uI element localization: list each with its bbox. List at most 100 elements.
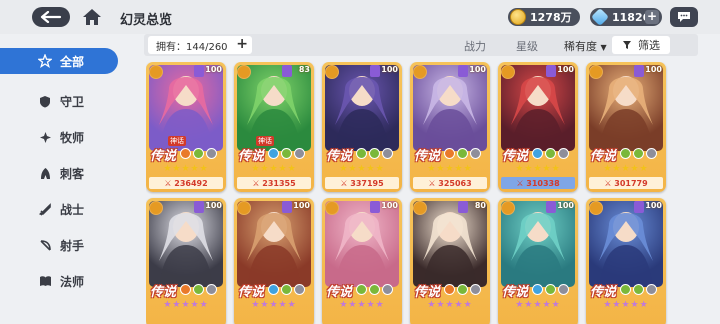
sort-rarity-dropdown[interactable]: 稀有度 ▼ — [564, 38, 607, 54]
page-title: 幻灵总览 — [120, 13, 173, 28]
star-rating: ★★★★★ — [251, 164, 297, 174]
skill-icon — [382, 148, 393, 159]
chat-button[interactable] — [670, 7, 698, 27]
class-badge-icon — [325, 201, 339, 215]
assassin-icon — [38, 166, 52, 180]
skill-icons — [356, 148, 393, 159]
sidebar-item-label: 刺客 — [60, 166, 85, 181]
sidebar-item-mage[interactable]: 法师 — [0, 268, 118, 294]
hero-level: 83 — [298, 65, 310, 74]
class-badge-icon — [149, 201, 163, 215]
book-icon — [38, 274, 52, 288]
skill-icon — [180, 284, 191, 295]
skill-icon — [532, 284, 543, 295]
back-button[interactable] — [32, 7, 70, 27]
sidebar-item-all[interactable]: 全部 — [0, 48, 118, 74]
hero-level: 100 — [557, 65, 574, 74]
skill-icon — [356, 148, 367, 159]
hero-card[interactable]: 100 传说 ★★★★★ ⚔ 337195 — [322, 62, 402, 192]
filter-button[interactable]: 筛选 — [612, 36, 670, 54]
hero-card[interactable]: 100 传说 ★★★★★ ⚔ 325063 — [410, 62, 490, 192]
hero-card[interactable]: 100 神话 传说 ★★★★★ ⚔ 236492 — [146, 62, 226, 192]
hero-power: ⚔ 236492 — [149, 177, 223, 189]
star-rating: ★★★★★ — [251, 300, 297, 310]
class-badge-icon — [237, 201, 251, 215]
hero-level: 100 — [293, 201, 310, 210]
skill-icon — [294, 148, 305, 159]
hero-card[interactable]: 100 传说 ★★★★★ — [146, 198, 226, 324]
hero-card[interactable]: 80 传说 ★★★★★ — [410, 198, 490, 324]
rarity-label: 传说 — [238, 149, 265, 164]
home-button[interactable] — [80, 5, 104, 29]
hero-card[interactable]: 83 神话 传说 ★★★★★ ⚔ 231355 — [234, 62, 314, 192]
star-rating: ★★★★★ — [427, 164, 473, 174]
skill-icon — [457, 148, 468, 159]
hero-level: 100 — [381, 65, 398, 74]
skill-icons — [620, 148, 657, 159]
hero-power: ⚔ 231355 — [237, 177, 311, 189]
sort-star-tab[interactable]: 星级 — [516, 38, 538, 54]
hero-portrait — [501, 65, 575, 151]
skill-icon — [369, 148, 380, 159]
skill-icons — [444, 284, 481, 295]
skill-icon — [294, 284, 305, 295]
skill-icon — [558, 284, 569, 295]
skill-icon — [382, 284, 393, 295]
element-badge-icon — [634, 65, 644, 77]
star-rating: ★★★★★ — [515, 164, 561, 174]
top-bar: 幻灵总览 1278万 11826 + — [0, 0, 720, 34]
rarity-label: 传说 — [502, 149, 529, 164]
skill-icon — [281, 148, 292, 159]
hero-level: 100 — [557, 201, 574, 210]
hero-card[interactable]: 100 传说 ★★★★★ ⚔ 310338 — [498, 62, 578, 192]
class-badge-icon — [413, 201, 427, 215]
skill-icon — [444, 284, 455, 295]
element-badge-icon — [546, 201, 556, 213]
sidebar-item-warrior[interactable]: 战士 — [0, 196, 118, 222]
hero-portrait — [325, 65, 399, 151]
hero-card[interactable]: 100 传说 ★★★★★ ⚔ 301779 — [586, 62, 666, 192]
sidebar-item-archer[interactable]: 射手 — [0, 232, 118, 258]
sidebar-item-label: 牧师 — [60, 130, 85, 145]
sidebar-item-priest[interactable]: 牧师 — [0, 124, 118, 150]
gold-coin-icon — [510, 9, 526, 25]
sidebar-item-guard[interactable]: 守卫 — [0, 88, 118, 114]
diamond-icon — [590, 7, 610, 27]
skill-icon — [470, 284, 481, 295]
home-icon — [83, 9, 101, 25]
sidebar-item-assassin[interactable]: 刺客 — [0, 160, 118, 186]
skill-icon — [193, 148, 204, 159]
hero-card[interactable]: 100 传说 ★★★★★ — [234, 198, 314, 324]
hero-card[interactable]: 100 传说 ★★★★★ — [498, 198, 578, 324]
hero-level: 100 — [205, 201, 222, 210]
rarity-label: 传说 — [150, 285, 177, 300]
element-badge-icon — [634, 201, 644, 213]
element-badge-icon — [458, 65, 468, 77]
skill-icon — [633, 148, 644, 159]
skill-icon — [620, 284, 631, 295]
owned-count-text: 拥有：144/260 — [156, 41, 228, 53]
element-badge-icon — [370, 201, 380, 213]
filter-bar: 拥有：144/260 + 战力 星级 稀有度 ▼ 筛选 — [144, 34, 698, 56]
add-gems-button[interactable]: + — [645, 10, 659, 24]
hero-level: 100 — [645, 65, 662, 74]
class-badge-icon — [501, 201, 515, 215]
skill-icons — [444, 148, 481, 159]
hero-portrait — [413, 65, 487, 151]
hero-level: 100 — [381, 201, 398, 210]
hero-card[interactable]: 100 传说 ★★★★★ — [322, 198, 402, 324]
expand-plus-icon[interactable]: + — [236, 37, 248, 52]
skill-icon — [369, 284, 380, 295]
element-badge-icon — [458, 201, 468, 213]
star-rating: ★★★★★ — [603, 164, 649, 174]
rarity-label: 传说 — [502, 285, 529, 300]
skill-icon — [646, 284, 657, 295]
hero-level: 100 — [469, 65, 486, 74]
sort-power-tab[interactable]: 战力 — [464, 38, 486, 54]
hero-level: 100 — [205, 65, 222, 74]
skill-icons — [268, 148, 305, 159]
hero-portrait — [501, 201, 575, 287]
sword-icon — [38, 202, 52, 216]
hero-card[interactable]: 100 传说 ★★★★★ — [586, 198, 666, 324]
hero-power: ⚔ 310338 — [501, 177, 575, 189]
